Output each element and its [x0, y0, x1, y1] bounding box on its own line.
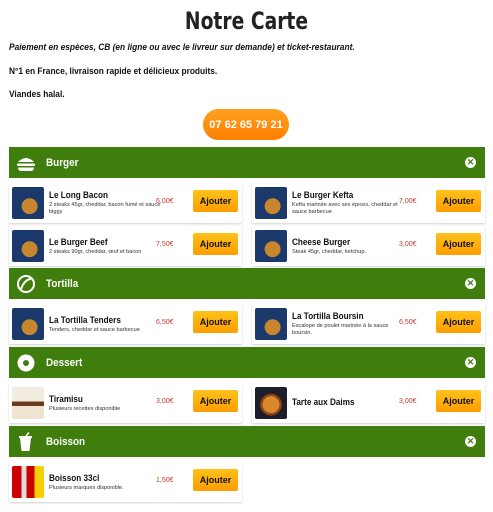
category-burger: Burger ✕ Le Long Bacon 2 steaks 45gr, che…	[9, 147, 485, 266]
donut-icon	[15, 352, 37, 374]
category-boisson: Boisson ✕ Boisson 33cl Plusieurs marques …	[9, 426, 485, 502]
tortilla-icon	[15, 273, 37, 295]
add-button[interactable]: Ajouter	[193, 469, 238, 491]
item-description: Plusieurs recettes disponible	[49, 405, 121, 412]
item-name: La Tortilla Tenders	[49, 314, 121, 326]
food-image	[255, 387, 287, 419]
category-label: Burger	[46, 156, 79, 169]
menu-page: Notre Carte Paiement en espèces, CB (en …	[0, 0, 493, 512]
food-image	[255, 230, 287, 262]
add-button[interactable]: Ajouter	[193, 390, 238, 412]
category-bar-boisson[interactable]: Boisson ✕	[9, 426, 485, 457]
burger-icon	[15, 152, 37, 174]
item-name: Le Burger Beef	[49, 236, 108, 248]
item-description: Steak 45gr, cheddar, ketchup.	[292, 248, 367, 255]
item-name: Tarte aux Daims	[292, 397, 355, 408]
item-price: 7,00€	[399, 198, 417, 205]
phone-button[interactable]: 07 62 65 79 21	[203, 109, 289, 140]
item-price: 7,50€	[156, 241, 174, 248]
menu-item: La Tortilla Boursin Escalope de poulet ma…	[252, 304, 485, 344]
item-description: Plusieurs marques disponible.	[49, 484, 124, 491]
add-button[interactable]: Ajouter	[436, 390, 481, 412]
item-price: 6,50€	[156, 319, 174, 326]
category-bar-burger[interactable]: Burger ✕	[9, 147, 485, 178]
item-description: Kefta marinée avec ses épices, cheddar e…	[292, 202, 398, 215]
item-name: Le Long Bacon	[49, 190, 109, 201]
item-name: Tiramisu	[49, 393, 83, 405]
menu-item: Le Burger Beef 2 steaks 90gr, cheddar, œu…	[9, 226, 242, 266]
menu-item: Le Burger Kefta Kefta marinée avec ses ép…	[252, 183, 485, 223]
food-image	[12, 187, 44, 219]
add-button[interactable]: Ajouter	[193, 190, 238, 212]
category-bar-dessert[interactable]: Dessert ✕	[9, 347, 485, 378]
category-label: Dessert	[46, 356, 83, 369]
category-bar-tortilla[interactable]: Tortilla ✕	[9, 268, 485, 299]
item-description: 2 steaks 45gr, cheddar, bacon fumé et sa…	[49, 202, 161, 215]
item-description: 2 steaks 90gr, cheddar, œuf et bacon	[49, 248, 142, 255]
food-image	[12, 230, 44, 262]
item-description: Tenders, cheddar et sauce barbecue	[49, 326, 140, 333]
menu-item: La Tortilla Tenders Tenders, cheddar et s…	[9, 304, 242, 344]
category-tortilla: Tortilla ✕ La Tortilla Tenders Tenders, c…	[9, 268, 485, 344]
category-label: Tortilla	[46, 277, 79, 290]
item-name: Le Burger Kefta	[292, 190, 354, 201]
halal-notice: Viandes halal.	[9, 89, 65, 100]
add-button[interactable]: Ajouter	[193, 311, 238, 333]
menu-item: Tiramisu Plusieurs recettes disponible 3,…	[9, 383, 242, 423]
menu-item: Cheese Burger Steak 45gr, cheddar, ketchu…	[252, 226, 485, 266]
food-image	[12, 387, 44, 419]
category-label: Boisson	[46, 435, 86, 448]
category-dessert: Dessert ✕ Tiramisu Plusieurs recettes dis…	[9, 347, 485, 423]
item-price: 3,00€	[399, 398, 417, 405]
drink-icon	[15, 431, 37, 453]
item-price: 1,50€	[156, 477, 174, 484]
collapse-icon[interactable]: ✕	[465, 157, 476, 168]
item-name: Boisson 33cl	[49, 472, 100, 484]
menu-item: Tarte aux Daims 3,00€ Ajouter	[252, 383, 485, 423]
item-description: Escalope de poulet marinée à la sauce bo…	[292, 323, 389, 336]
item-price: 6,00€	[156, 198, 174, 205]
food-image	[255, 187, 287, 219]
food-image	[255, 308, 287, 340]
collapse-icon[interactable]: ✕	[465, 357, 476, 368]
page-title: Notre Carte	[184, 7, 309, 35]
add-button[interactable]: Ajouter	[436, 311, 481, 333]
food-image	[12, 308, 44, 340]
menu-item: Le Long Bacon 2 steaks 45gr, cheddar, bac…	[9, 183, 242, 223]
collapse-icon[interactable]: ✕	[465, 278, 476, 289]
item-price: 3,00€	[399, 241, 417, 248]
item-price: 6,50€	[399, 319, 417, 326]
add-button[interactable]: Ajouter	[193, 233, 238, 255]
tagline: N°1 en France, livraison rapide et délic…	[9, 66, 218, 77]
item-price: 3,00€	[156, 398, 174, 405]
menu-item: Boisson 33cl Plusieurs marques disponible…	[9, 462, 242, 502]
item-name: Cheese Burger	[292, 236, 351, 248]
food-image	[12, 466, 44, 498]
item-name: La Tortilla Boursin	[292, 311, 364, 322]
collapse-icon[interactable]: ✕	[465, 436, 476, 447]
payment-info: Paiement en espèces, CB (en ligne ou ave…	[9, 42, 355, 53]
add-button[interactable]: Ajouter	[436, 190, 481, 212]
add-button[interactable]: Ajouter	[436, 233, 481, 255]
